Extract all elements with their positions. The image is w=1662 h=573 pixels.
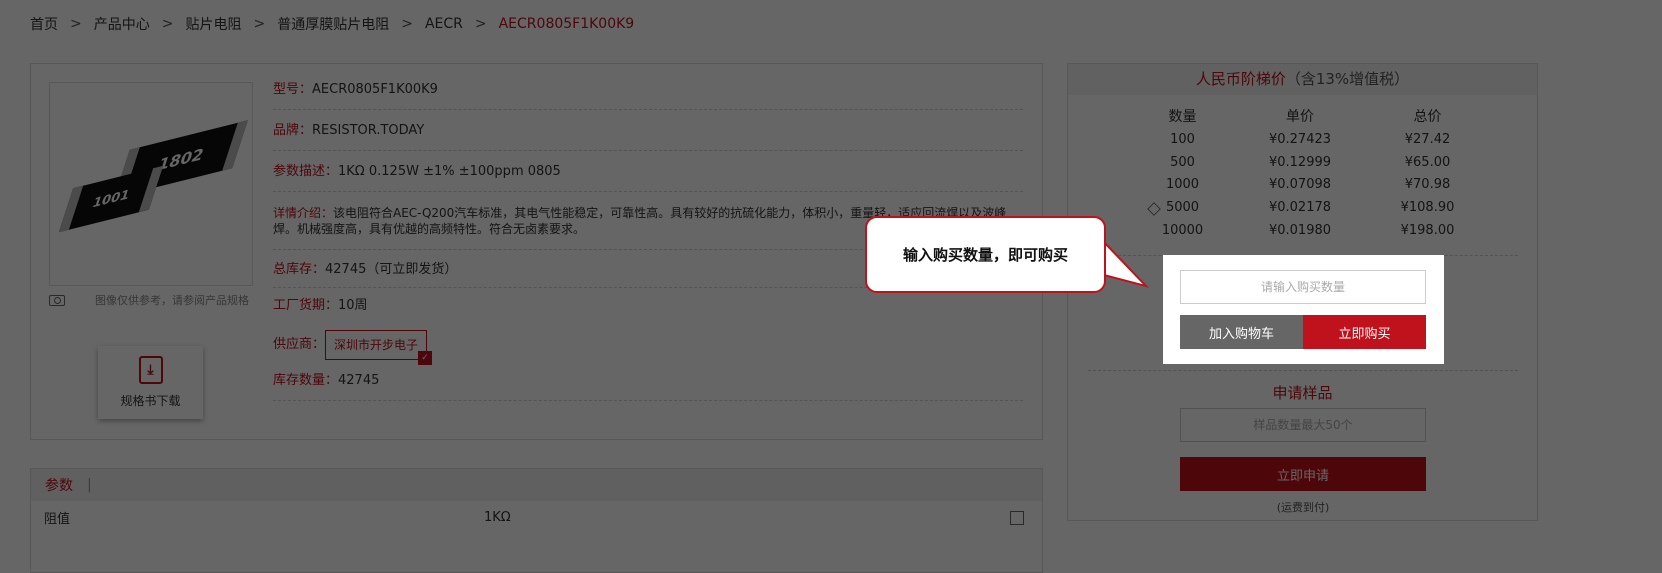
lead-time-value: 10周 (338, 298, 368, 313)
tier-unit-price: ¥0.01980 (1268, 222, 1332, 238)
breadcrumb-product-center[interactable]: 产品中心 (94, 14, 150, 34)
stock-qty-label: 库存数量： (273, 373, 339, 388)
field-lead-time: 工厂货期：10周 (273, 298, 1023, 318)
param-name: 阻值 (44, 512, 71, 527)
supplier-name: 深圳市开步电子 (334, 338, 419, 352)
breadcrumb-home[interactable]: 首页 (30, 14, 58, 34)
brand-value: RESISTOR.TODAY (312, 123, 425, 138)
brand-label: 品牌： (273, 123, 313, 138)
tier-qty: 100 (1170, 131, 1195, 147)
camera-icon (49, 294, 65, 306)
field-supplier: 供应商： 深圳市开步电子 ✓ (273, 327, 1023, 365)
divider (1088, 370, 1518, 371)
header-total-price: 总价 (1413, 109, 1442, 125)
tier-qty: 500 (1170, 154, 1195, 170)
field-param-desc: 参数描述：1KΩ 0.125W ±1% ±100ppm 0805 (273, 164, 1023, 192)
sample-title: 申请样品 (1272, 384, 1333, 402)
add-to-cart-button[interactable]: 加入购物车 (1180, 315, 1303, 349)
price-table-header: 数量 单价 总价 (1130, 104, 1490, 128)
tab-divider: | (87, 477, 92, 493)
pdf-icon: ⤓ (138, 356, 163, 384)
image-disclaimer: 图像仅供参考，请参阅产品规格 (49, 292, 259, 308)
tab-params[interactable]: 参数 (45, 475, 73, 495)
product-image[interactable]: 1802 1001 (49, 82, 253, 286)
header-qty: 数量 (1168, 109, 1197, 125)
tier-qty: 5000 (1165, 199, 1200, 215)
params-tabbar: 参数 | (31, 469, 1042, 501)
datasheet-download-button[interactable]: ⤓ 规格书下载 (98, 346, 203, 419)
field-stock-qty: 库存数量：42745 (273, 373, 1023, 401)
header-unit-price: 单价 (1286, 109, 1314, 125)
supplier-tag[interactable]: 深圳市开步电子 ✓ (325, 330, 433, 365)
supplier-label: 供应商： (273, 337, 326, 352)
tier-unit-price: ¥0.12999 (1268, 154, 1332, 170)
breadcrumb-current: AECR0805F1K00K9 (498, 16, 635, 32)
breadcrumb-separator: > (401, 16, 413, 32)
breadcrumb-aecr[interactable]: AECR (425, 16, 463, 32)
price-tier-table: 数量 单价 总价 100 ¥0.27423 ¥27.42 500 ¥0.1299… (1130, 104, 1490, 241)
tier-total-price: ¥108.90 (1400, 199, 1455, 215)
table-row: 5000 ¥0.02178 ¥108.90 (1130, 196, 1490, 219)
param-checkbox[interactable] (1010, 510, 1024, 525)
buy-now-button[interactable]: 立即购买 (1303, 315, 1426, 349)
table-row: 1000 ¥0.07098 ¥70.98 (1130, 173, 1490, 196)
tier-qty: 1000 (1165, 177, 1200, 193)
resistor-small-image: 1001 (58, 165, 164, 233)
tooltip-pointer (1100, 236, 1150, 288)
breadcrumb-separator: > (161, 16, 174, 32)
param-desc-label: 参数描述： (273, 164, 339, 179)
breadcrumb-separator: > (253, 16, 266, 32)
breadcrumb-smd-resistor[interactable]: 贴片电阻 (185, 14, 241, 34)
field-brand: 品牌：RESISTOR.TODAY (273, 123, 1023, 151)
breadcrumb-thick-film[interactable]: 普通厚膜贴片电阻 (277, 14, 389, 34)
model-value: AECR0805F1K00K9 (312, 82, 438, 97)
total-stock-value: 42745（可立即发货） (325, 262, 458, 277)
table-row: 100 ¥0.27423 ¥27.42 (1130, 128, 1490, 151)
params-row: 阻值 1KΩ (44, 508, 1024, 527)
param-value: 1KΩ (484, 510, 511, 525)
datasheet-download-label: 规格书下载 (120, 394, 181, 408)
field-model: 型号：AECR0805F1K00K9 (273, 82, 1023, 110)
breadcrumb: 首页 > 产品中心 > 贴片电阻 > 普通厚膜贴片电阻 > AECR > AEC… (30, 14, 634, 34)
freight-note: (运费到付) (1276, 501, 1330, 514)
sample-qty-input[interactable] (1180, 408, 1426, 442)
table-row: 10000 ¥0.01980 ¥198.00 (1130, 219, 1490, 242)
detail-label: 详情介绍： (273, 206, 334, 220)
price-panel-title: 人民币阶梯价（含13%增值税） (1068, 64, 1537, 95)
check-icon: ✓ (418, 351, 433, 365)
tier-unit-price: ¥0.07098 (1268, 177, 1332, 193)
stock-qty-value: 42745 (338, 373, 380, 388)
tier-unit-price: ¥0.27423 (1268, 131, 1332, 147)
tier-qty-cell: 5000 (1130, 199, 1235, 216)
model-label: 型号： (273, 82, 313, 97)
tier-unit-price: ¥0.02178 (1268, 199, 1332, 215)
guide-tooltip: 输入购买数量，即可购买 (865, 216, 1106, 293)
price-title-rmb: 人民币阶梯价 (1195, 70, 1286, 88)
tier-total-price: ¥65.00 (1404, 154, 1451, 170)
lead-time-label: 工厂货期： (273, 298, 339, 313)
breadcrumb-separator: > (70, 16, 82, 32)
tier-total-price: ¥70.98 (1404, 177, 1451, 193)
tier-total-price: ¥27.42 (1404, 131, 1451, 147)
breadcrumb-separator: > (474, 16, 487, 32)
tier-total-price: ¥198.00 (1400, 222, 1455, 238)
total-stock-label: 总库存： (273, 262, 326, 277)
guide-tooltip-text: 输入购买数量，即可购买 (902, 246, 1068, 264)
purchase-qty-input[interactable] (1180, 270, 1426, 304)
price-title-tax: （含13%增值税） (1285, 70, 1410, 88)
package-icon (1147, 202, 1161, 216)
apply-sample-button[interactable]: 立即申请 (1180, 457, 1426, 491)
param-desc-value: 1KΩ 0.125W ±1% ±100ppm 0805 (338, 164, 561, 179)
image-disclaimer-text: 图像仅供参考，请参阅产品规格 (95, 294, 249, 307)
table-row: 500 ¥0.12999 ¥65.00 (1130, 151, 1490, 174)
